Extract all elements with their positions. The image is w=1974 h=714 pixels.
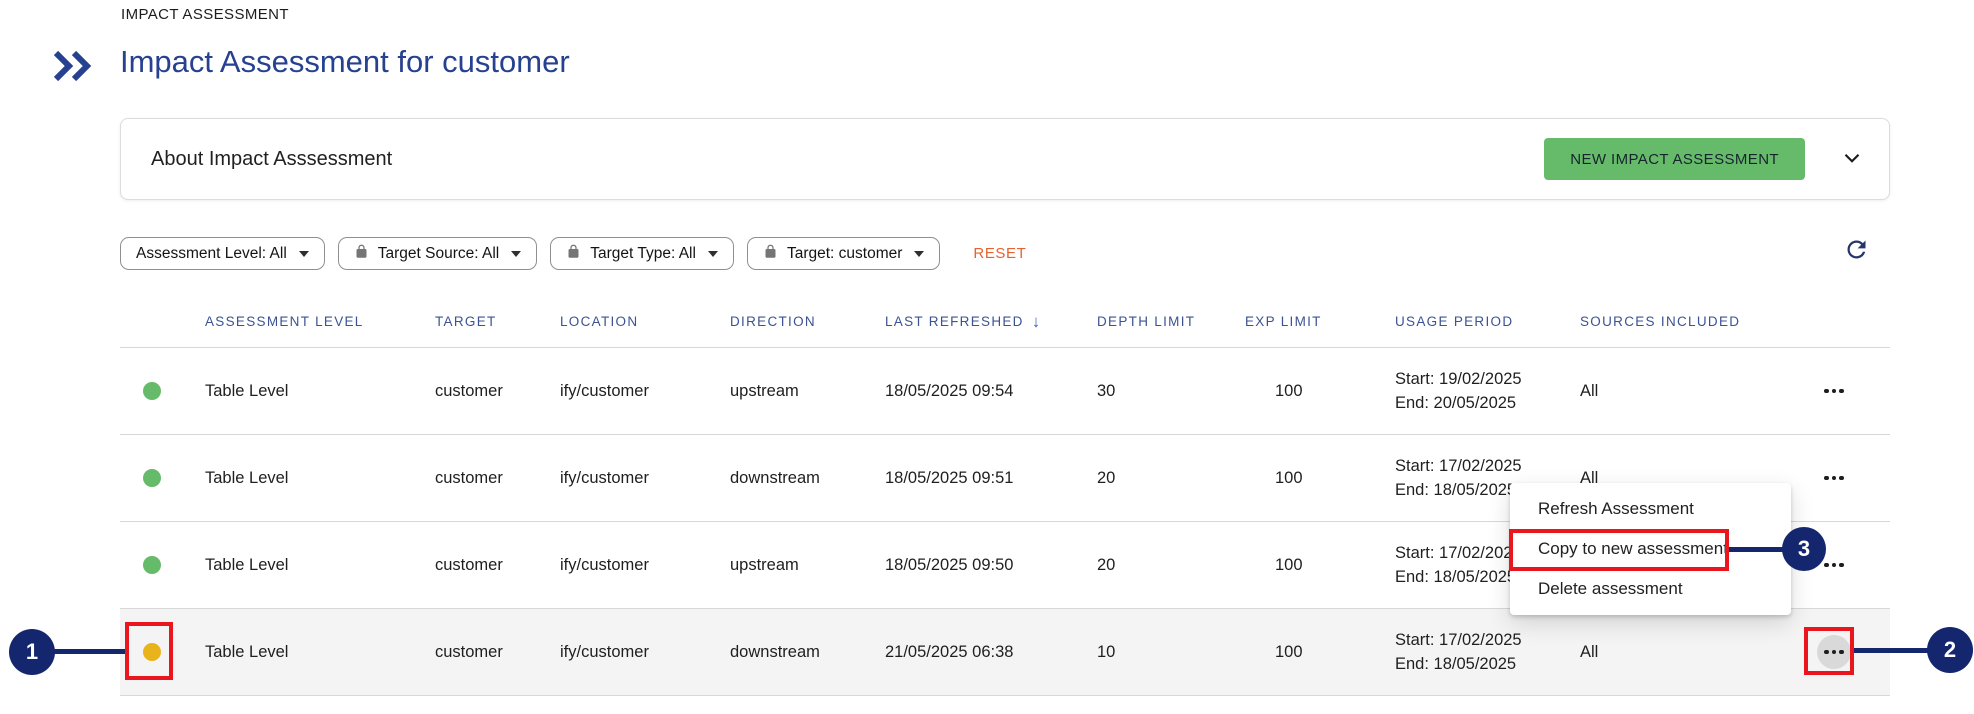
annotation-box-copy-menu-item — [1509, 529, 1729, 571]
annotation-callout-2: 2 — [1927, 627, 1973, 673]
about-panel-title: About Impact Asssessment — [151, 148, 392, 171]
annotation-box-actions-button — [1804, 627, 1854, 675]
cell-location: ify/customer — [560, 556, 730, 575]
annotation-connector-line — [1727, 547, 1784, 552]
cell-direction: downstream — [730, 469, 885, 488]
lock-icon — [763, 244, 778, 264]
cell-location: ify/customer — [560, 469, 730, 488]
cell-depth-limit: 20 — [1097, 556, 1245, 575]
sort-descending-icon: ↓ — [1032, 312, 1042, 332]
cell-usage-period: Start: 19/02/2025 End: 20/05/2025 — [1395, 367, 1580, 415]
cell-last-refreshed: 18/05/2025 09:54 — [885, 382, 1097, 401]
annotation-connector-line — [1852, 648, 1929, 653]
about-panel: About Impact Asssessment NEW IMPACT ASSE… — [120, 118, 1890, 200]
filter-assessment-level[interactable]: Assessment Level: All — [120, 237, 325, 270]
menu-item-delete-assessment[interactable]: Delete assessment — [1510, 569, 1791, 609]
new-impact-assessment-button[interactable]: NEW IMPACT ASSESSMENT — [1544, 138, 1805, 180]
lock-icon — [566, 244, 581, 264]
menu-item-refresh-assessment[interactable]: Refresh Assessment — [1510, 489, 1791, 529]
page-title: Impact Assessment for customer — [120, 44, 570, 80]
cell-depth-limit: 20 — [1097, 469, 1245, 488]
filter-target-type[interactable]: Target Type: All — [550, 237, 734, 270]
cell-exp-limit: 100 — [1245, 469, 1395, 488]
annotation-callout-1: 1 — [9, 629, 55, 675]
table-row: Table Level customer ify/customer upstre… — [120, 348, 1890, 435]
cell-assessment-level: Table Level — [205, 469, 435, 488]
filter-target-source-label: Target Source: All — [378, 245, 499, 263]
cell-direction: upstream — [730, 382, 885, 401]
ellipsis-icon — [1824, 476, 1844, 481]
annotation-box-status-dot — [125, 622, 173, 680]
column-header-usage-period[interactable]: USAGE PERIOD — [1395, 314, 1580, 329]
status-dot-green — [143, 556, 161, 574]
cell-last-refreshed: 18/05/2025 09:51 — [885, 469, 1097, 488]
cell-assessment-level: Table Level — [205, 556, 435, 575]
column-header-last-refreshed[interactable]: LAST REFRESHED ↓ — [885, 312, 1097, 332]
caret-down-icon — [299, 251, 309, 257]
column-header-exp-limit[interactable]: EXP LIMIT — [1245, 314, 1395, 329]
cell-location: ify/customer — [560, 382, 730, 401]
cell-exp-limit: 100 — [1245, 556, 1395, 575]
cell-direction: downstream — [730, 643, 885, 662]
cell-target: customer — [435, 643, 560, 662]
refresh-list-button[interactable] — [1843, 236, 1870, 266]
cell-target: customer — [435, 469, 560, 488]
cell-exp-limit: 100 — [1245, 643, 1395, 662]
reset-filters-button[interactable]: RESET — [973, 245, 1026, 262]
filter-bar: Assessment Level: All Target Source: All… — [120, 237, 1026, 270]
cell-exp-limit: 100 — [1245, 382, 1395, 401]
cell-target: customer — [435, 556, 560, 575]
cell-sources-included: All — [1580, 382, 1805, 401]
caret-down-icon — [914, 251, 924, 257]
cell-depth-limit: 30 — [1097, 382, 1245, 401]
status-dot-green — [143, 382, 161, 400]
lock-icon — [354, 244, 369, 264]
filter-target-label: Target: customer — [787, 245, 902, 263]
breadcrumb: IMPACT ASSESSMENT — [121, 6, 289, 23]
filter-target-type-label: Target Type: All — [590, 245, 696, 263]
column-header-sources-included[interactable]: SOURCES INCLUDED — [1580, 314, 1805, 329]
status-dot-green — [143, 469, 161, 487]
cell-assessment-level: Table Level — [205, 382, 435, 401]
filter-target[interactable]: Target: customer — [747, 237, 940, 270]
sidebar-expand-button[interactable] — [52, 48, 94, 87]
cell-depth-limit: 10 — [1097, 643, 1245, 662]
cell-location: ify/customer — [560, 643, 730, 662]
caret-down-icon — [708, 251, 718, 257]
impact-assessment-page: IMPACT ASSESSMENT Impact Assessment for … — [0, 0, 1974, 714]
column-header-target[interactable]: TARGET — [435, 314, 560, 329]
refresh-icon — [1843, 236, 1870, 266]
column-header-depth-limit[interactable]: DEPTH LIMIT — [1097, 314, 1245, 329]
cell-target: customer — [435, 382, 560, 401]
filter-target-source[interactable]: Target Source: All — [338, 237, 537, 270]
cell-direction: upstream — [730, 556, 885, 575]
table-header-row: ASSESSMENT LEVEL TARGET LOCATION DIRECTI… — [120, 296, 1890, 348]
table-row: Table Level customer ify/customer downst… — [120, 609, 1890, 696]
filter-assessment-level-label: Assessment Level: All — [136, 245, 287, 263]
caret-down-icon — [511, 251, 521, 257]
about-panel-expand-button[interactable] — [1839, 145, 1865, 174]
annotation-callout-3: 3 — [1782, 527, 1826, 571]
row-actions-button[interactable] — [1824, 476, 1844, 481]
ellipsis-icon — [1824, 389, 1844, 394]
cell-usage-period: Start: 17/02/2025 End: 18/05/2025 — [1395, 628, 1580, 676]
cell-sources-included: All — [1580, 643, 1805, 662]
cell-last-refreshed: 18/05/2025 09:50 — [885, 556, 1097, 575]
column-header-direction[interactable]: DIRECTION — [730, 314, 885, 329]
chevron-down-icon — [1839, 145, 1865, 174]
column-header-assessment-level[interactable]: ASSESSMENT LEVEL — [205, 314, 435, 329]
cell-last-refreshed: 21/05/2025 06:38 — [885, 643, 1097, 662]
ellipsis-icon — [1824, 563, 1844, 568]
row-actions-button[interactable] — [1824, 563, 1844, 568]
cell-assessment-level: Table Level — [205, 643, 435, 662]
double-chevron-right-icon — [52, 72, 94, 87]
column-header-location[interactable]: LOCATION — [560, 314, 730, 329]
annotation-connector-line — [53, 649, 127, 654]
row-actions-button[interactable] — [1824, 389, 1844, 394]
